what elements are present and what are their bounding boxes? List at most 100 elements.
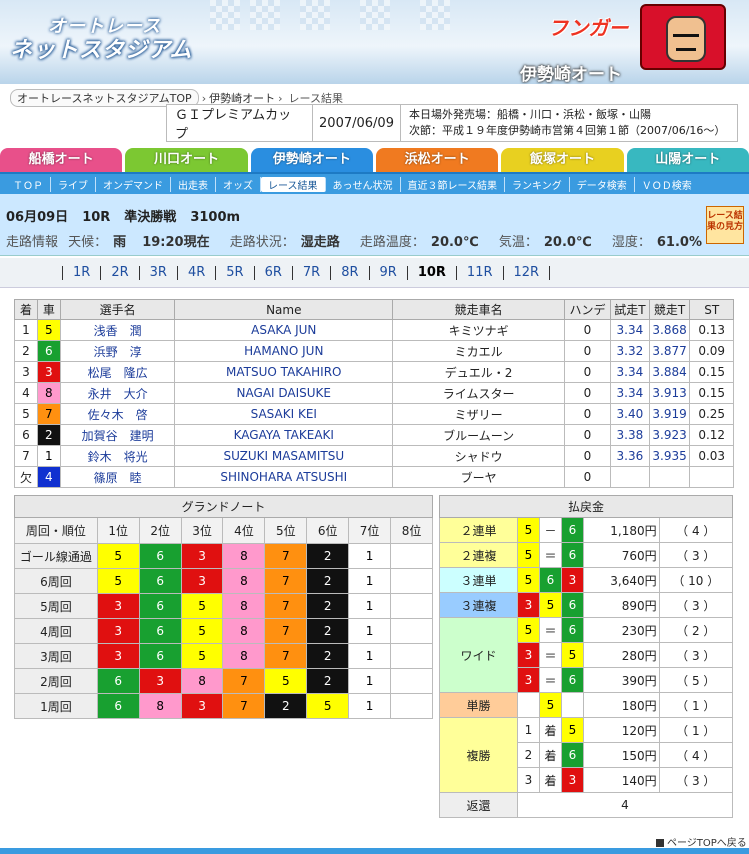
race-number-link[interactable]: 1R xyxy=(62,265,100,280)
checker-decor xyxy=(210,0,240,30)
entry-row: 2 6 浜野 淳 HAMANO JUN ミカエル 0 3.32 3.877 0.09 xyxy=(14,340,734,362)
bike-name: ミカエル xyxy=(392,340,566,362)
lap-position-car: 6 xyxy=(138,593,182,619)
rider-name[interactable]: 加賀谷 建明 xyxy=(59,424,176,446)
place-rank: 2 xyxy=(517,742,540,768)
lap-position-car xyxy=(390,643,433,669)
rider-name-en: SUZUKI MASAMITSU xyxy=(174,445,394,467)
handicap: 0 xyxy=(564,319,611,341)
grand-note-column-header: 6位 xyxy=(306,517,350,544)
lap-position-car: 5 xyxy=(180,618,224,644)
rider-name[interactable]: 浅香 潤 xyxy=(59,319,176,341)
payout-car: 5 xyxy=(517,517,540,543)
grand-note-row: 5周回 3 6 5 8 7 2 1 xyxy=(14,593,433,619)
payout-table: 払戻金 ２連単 5 － 6 1,180円（ 4 ） ２連複 5 ＝ 6 760円（ 3 ） ３連単 5… xyxy=(439,495,734,818)
rider-name-en: SHINOHARA ATSUSHI xyxy=(174,466,394,488)
result-guide-button[interactable]: レース結果の見方 xyxy=(706,206,744,244)
entry-column-header: Name xyxy=(174,299,394,320)
subnav-link[interactable]: ＴＯＰ xyxy=(6,176,51,192)
subnav-link[interactable]: 直近３節レース結果 xyxy=(401,176,505,192)
lap-position-car: 1 xyxy=(348,643,392,669)
air-temp-label: 気温： xyxy=(498,235,538,250)
race-number-link[interactable]: 6R xyxy=(253,265,292,280)
lap-position-car: 8 xyxy=(222,543,266,569)
rider-name[interactable]: 鈴木 将光 xyxy=(59,445,176,467)
lap-position-car: 8 xyxy=(222,593,266,619)
race-number-link[interactable]: 11R xyxy=(455,265,503,280)
rider-name[interactable]: 浜野 淳 xyxy=(59,340,176,362)
subnav-link[interactable]: データ検索 xyxy=(570,176,635,192)
race-number-link[interactable]: 8R xyxy=(330,265,368,280)
track-condition-value: 湿走路 xyxy=(300,235,340,250)
payout-title: 払戻金 xyxy=(439,495,733,518)
venue-title: 伊勢崎オート xyxy=(520,65,622,84)
grade-title: ＧＩプレミアムカップ xyxy=(167,105,313,142)
subnav-link[interactable]: オンデマンド xyxy=(96,176,171,192)
race-time: 3.919 xyxy=(648,403,691,425)
start-timing: 0.03 xyxy=(689,445,734,467)
race-number-link[interactable]: 9R xyxy=(368,265,407,280)
trial-time: 3.40 xyxy=(609,403,650,425)
subnav-link[interactable]: 出走表 xyxy=(171,176,216,192)
subnav-link[interactable]: ライブ xyxy=(51,176,96,192)
venue-tab[interactable]: 浜松オート xyxy=(375,148,499,172)
lap-position-car xyxy=(390,543,433,569)
page-top-link[interactable]: ページTOPへ戻る xyxy=(656,834,747,849)
subnav-link[interactable]: あっせん状況 xyxy=(326,176,401,192)
air-temp-value: 20.0℃ xyxy=(543,235,592,250)
payout-amount: 760円 xyxy=(583,542,660,568)
entry-table-header: 着車選手名 Name 競走車名 ハンデ 試走T 競走T ST xyxy=(14,299,734,320)
humidity-label: 湿度： xyxy=(611,235,651,250)
race-number-link[interactable]: 12R xyxy=(502,265,550,280)
race-number-link[interactable]: 4R xyxy=(176,265,215,280)
grand-note-row: 1周回 6 8 3 7 2 5 1 xyxy=(14,693,433,719)
lap-position-car: 7 xyxy=(264,593,308,619)
track-info-label: 走路情報 xyxy=(6,235,59,250)
rider-name-en: MATSUO TAKAHIRO xyxy=(174,361,394,383)
venue-tab[interactable]: 飯塚オート xyxy=(501,148,624,172)
subnav-link[interactable]: レース結果 xyxy=(261,176,326,192)
subnav-link[interactable]: ＶＯＤ検索 xyxy=(635,177,699,192)
entry-row: 欠 4 篠原 睦 SHINOHARA ATSUSHI ブーヤ 0 xyxy=(14,466,734,488)
subnav-link[interactable]: オッズ xyxy=(216,176,261,192)
rider-name[interactable]: 篠原 睦 xyxy=(59,466,176,488)
footer-bar xyxy=(0,848,749,854)
rider-name[interactable]: 永井 大介 xyxy=(59,382,176,404)
subnav-link[interactable]: ランキング xyxy=(505,176,570,192)
lap-position-car: 5 xyxy=(96,568,140,594)
entry-row: 3 3 松尾 隆広 MATSUO TAKAHIRO デュエル・2 0 3.34 3.884 0.… xyxy=(14,361,734,383)
lap-position-car: 8 xyxy=(138,693,182,719)
entry-column-header: 競走T xyxy=(648,299,691,320)
start-timing: 0.12 xyxy=(689,424,734,446)
venue-tab[interactable]: 船橋オート xyxy=(0,148,123,172)
lap-position-car: 1 xyxy=(348,693,392,719)
payout-amount: 140円 xyxy=(583,767,660,793)
start-timing: 0.25 xyxy=(689,403,734,425)
finish-position: 2 xyxy=(14,340,38,362)
payout-car: 6 xyxy=(561,617,584,643)
lap-position-car: 6 xyxy=(138,643,182,669)
trial-time: 3.34 xyxy=(609,382,650,404)
rider-name[interactable]: 佐々木 啓 xyxy=(59,403,176,425)
lap-label: ゴール線通過 xyxy=(14,543,98,569)
race-time: 3.935 xyxy=(648,445,691,467)
payout-car: 5 xyxy=(517,617,540,643)
race-number-link[interactable]: 7R xyxy=(291,265,330,280)
mascot-face-icon xyxy=(666,16,706,62)
race-number-link[interactable]: 3R xyxy=(138,265,177,280)
venue-tab[interactable]: 山陽オート xyxy=(626,148,749,172)
payout-car: 3 xyxy=(517,642,540,668)
payout-separator: ＝ xyxy=(539,542,562,568)
race-number-link[interactable]: 2R xyxy=(100,265,138,280)
venue-tab[interactable]: 伊勢崎オート xyxy=(250,148,373,172)
venue-tab[interactable]: 川口オート xyxy=(125,148,248,172)
race-number-link[interactable]: 5R xyxy=(215,265,253,280)
weather-label: 天候： xyxy=(68,235,108,250)
payout-amount: 280円 xyxy=(583,642,660,668)
trial-time xyxy=(609,466,650,488)
lap-position-car: 5 xyxy=(306,693,350,719)
lap-position-car: 6 xyxy=(96,668,140,694)
site-logo[interactable]: オートレース ネットスタジアム xyxy=(8,6,208,63)
race-number-link[interactable]: 10R xyxy=(406,265,456,280)
rider-name[interactable]: 松尾 隆広 xyxy=(59,361,176,383)
